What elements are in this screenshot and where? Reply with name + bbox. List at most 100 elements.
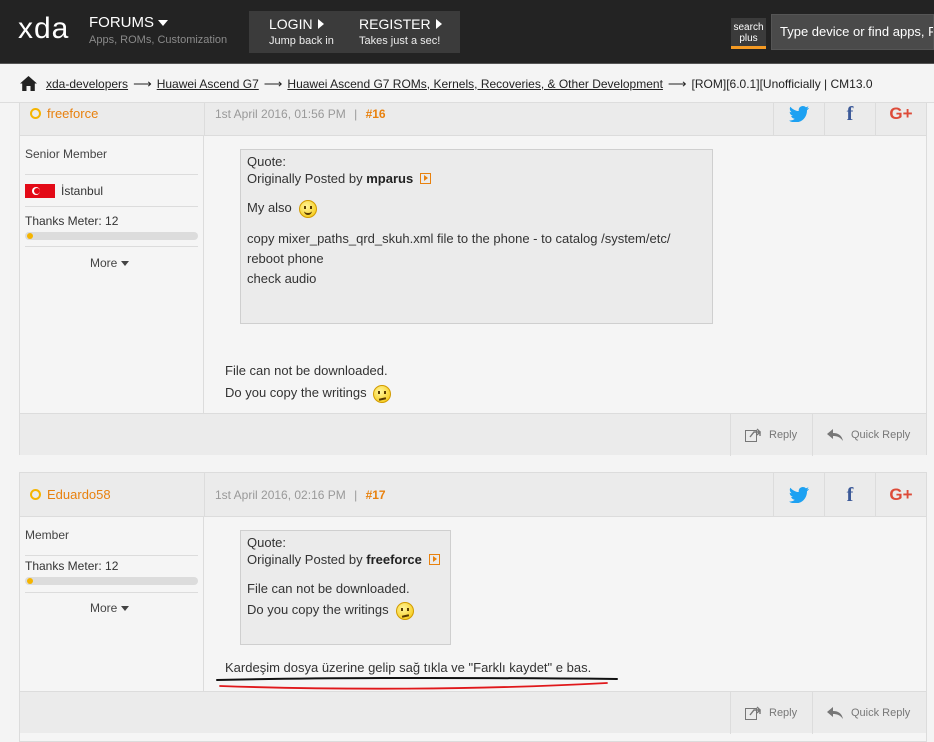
post-date: 1st April 2016, 02:16 PM <box>215 488 346 502</box>
quote-label: Quote: <box>247 154 287 169</box>
meta-separator: | <box>354 488 358 502</box>
quote-line: File can not be downloaded. <box>247 581 410 596</box>
reply-button[interactable]: Reply <box>730 692 812 734</box>
location-label: İstanbul <box>61 184 104 198</box>
chevron-down-icon <box>158 20 168 26</box>
offline-status-icon <box>30 108 41 119</box>
thanks-meter-bar <box>25 577 198 585</box>
post-meta: 1st April 2016, 01:56 PM | #16 <box>215 107 386 121</box>
google-plus-share-button[interactable]: G+ <box>875 473 926 517</box>
smiley-icon <box>299 199 318 218</box>
register-subtitle: Takes just a sec! <box>359 35 441 47</box>
forums-title: FORUMS <box>89 14 154 31</box>
forums-menu[interactable]: FORUMS Apps, ROMs, Customization <box>89 14 227 46</box>
quote-label: Quote: <box>247 535 287 550</box>
caret-down-icon <box>121 260 130 266</box>
post-footer: Reply Quick Reply <box>20 413 926 456</box>
post-body-line: Do you copy the writings <box>225 385 367 400</box>
post-16: freeforce 1st April 2016, 01:56 PM | #16… <box>19 91 927 456</box>
facebook-icon: f <box>846 483 854 506</box>
quick-reply-button[interactable]: Quick Reply <box>812 414 926 456</box>
facebook-share-button[interactable]: f <box>824 473 875 517</box>
quote-block: Quote: Originally Posted by mparus My al… <box>240 149 713 324</box>
quote-line: My also <box>247 200 292 215</box>
view-post-icon[interactable] <box>428 554 440 566</box>
thanks-meter-label: Thanks Meter: 12 <box>25 214 119 228</box>
facebook-icon: f <box>846 102 854 125</box>
arrow-right-icon: ⟶ <box>133 75 152 91</box>
reply-icon <box>745 428 761 442</box>
register-title: REGISTER <box>359 16 431 32</box>
quote-line: copy mixer_paths_qrd_skuh.xml file to th… <box>247 231 671 246</box>
breadcrumb: xda-developers ⟶ Huawei Ascend G7 ⟶ Huaw… <box>0 65 934 103</box>
quote-line: check audio <box>247 271 317 286</box>
quick-reply-label: Quick Reply <box>851 707 911 719</box>
quick-reply-icon <box>827 706 843 719</box>
username-link[interactable]: Eduardo58 <box>47 487 111 502</box>
confused-smiley-icon <box>396 601 415 620</box>
thanks-meter-bar <box>25 232 198 240</box>
post-body-line: File can not be downloaded. <box>225 363 388 378</box>
post-date: 1st April 2016, 01:56 PM <box>215 107 346 121</box>
breadcrumb-link-forum[interactable]: Huawei Ascend G7 ROMs, Kernels, Recoveri… <box>287 77 663 91</box>
post-footer: Reply Quick Reply <box>20 691 926 734</box>
chevron-right-icon <box>317 19 324 29</box>
xda-logo[interactable]: xda <box>18 12 72 46</box>
forums-subtitle: Apps, ROMs, Customization <box>89 34 228 46</box>
quote-author: mparus <box>366 171 414 186</box>
reply-icon <box>745 706 761 720</box>
twitter-share-button[interactable] <box>773 473 824 517</box>
meta-separator: | <box>354 107 358 121</box>
quick-reply-label: Quick Reply <box>851 429 911 441</box>
login-button[interactable]: LOGIN Jump back in <box>269 16 334 47</box>
breadcrumb-current: [ROM][6.0.1][Unofficially | CM13.0 <box>691 76 873 91</box>
breadcrumb-link-device[interactable]: Huawei Ascend G7 <box>157 77 259 91</box>
user-sidebar: Member Thanks Meter: 12 More <box>20 517 204 691</box>
quote-author: freeforce <box>366 552 422 567</box>
post-body: File can not be downloaded. Do you copy … <box>225 360 392 404</box>
post-meta: 1st April 2016, 02:16 PM | #17 <box>215 488 386 502</box>
google-plus-icon: G+ <box>889 485 913 504</box>
login-subtitle: Jump back in <box>269 35 334 47</box>
user-rank: Senior Member <box>25 147 108 161</box>
search-plus-line2: plus <box>739 33 758 44</box>
caret-down-icon <box>121 605 130 611</box>
view-post-icon[interactable] <box>419 173 431 185</box>
arrow-right-icon: ⟶ <box>263 75 283 91</box>
thanks-meter-label: Thanks Meter: 12 <box>25 559 119 573</box>
breadcrumb-link-home[interactable]: xda-developers <box>46 77 128 91</box>
user-sidebar: Senior Member İstanbul Thanks Meter: 12 … <box>20 136 204 414</box>
username-link[interactable]: freeforce <box>47 106 98 121</box>
quote-line: reboot phone <box>247 251 324 266</box>
more-menu-button[interactable]: More <box>90 601 130 615</box>
search-input[interactable]: Type device or find apps, R <box>771 14 934 50</box>
confused-smiley-icon <box>373 384 392 403</box>
reply-button[interactable]: Reply <box>730 414 812 456</box>
user-location: İstanbul <box>25 184 103 198</box>
quote-block: Quote: Originally Posted by freeforce Fi… <box>240 530 451 645</box>
offline-status-icon <box>30 489 41 500</box>
user-rank: Member <box>25 528 70 542</box>
register-button[interactable]: REGISTER Takes just a sec! <box>359 16 442 47</box>
google-plus-icon: G+ <box>889 104 913 123</box>
twitter-icon <box>789 487 809 503</box>
reply-label: Reply <box>769 707 798 719</box>
search-plus-button[interactable]: search plus <box>731 18 766 49</box>
twitter-icon <box>789 106 809 122</box>
quick-reply-button[interactable]: Quick Reply <box>812 692 926 734</box>
login-title: LOGIN <box>269 16 313 32</box>
quote-by-prefix: Originally Posted by <box>247 552 363 567</box>
post-17: Eduardo58 1st April 2016, 02:16 PM | #17… <box>19 472 927 742</box>
arrow-right-icon: ⟶ <box>667 75 687 91</box>
turkey-flag-icon <box>25 184 55 198</box>
more-menu-button[interactable]: More <box>90 256 130 270</box>
reply-label: Reply <box>769 429 798 441</box>
post-number-link[interactable]: #17 <box>366 488 386 502</box>
top-header: xda FORUMS Apps, ROMs, Customization LOG… <box>0 0 934 64</box>
chevron-right-icon <box>435 19 442 29</box>
home-icon[interactable] <box>20 76 37 91</box>
post-header: Eduardo58 1st April 2016, 02:16 PM | #17… <box>20 473 926 517</box>
post-number-link[interactable]: #16 <box>366 107 386 121</box>
auth-box: LOGIN Jump back in REGISTER Takes just a… <box>249 11 460 53</box>
search-plus-line1: search <box>733 22 764 33</box>
